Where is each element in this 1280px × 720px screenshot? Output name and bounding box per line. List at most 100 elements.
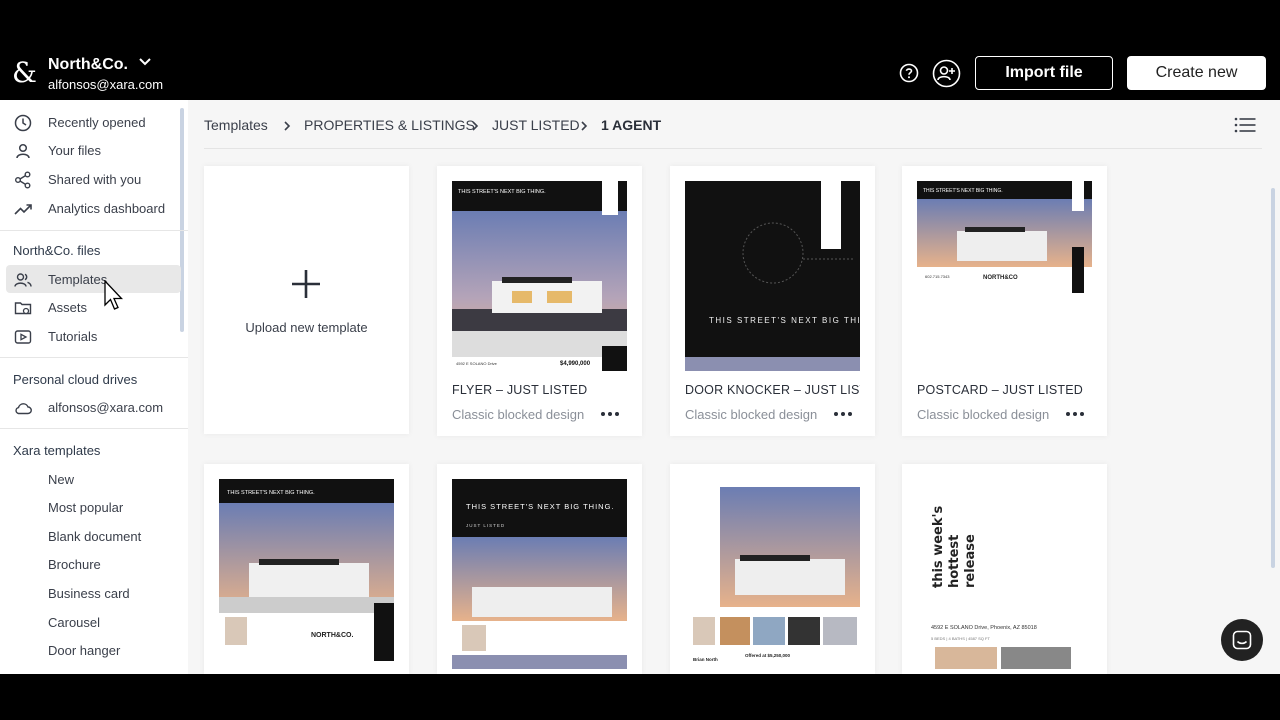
org-name[interactable]: North&Co. [48,56,128,74]
breadcrumb-current: 1 AGENT [601,117,662,133]
chevron-down-icon[interactable] [138,55,152,69]
more-options-icon[interactable] [1065,411,1087,417]
more-options-icon[interactable] [600,411,622,417]
brand-logo[interactable]: & [12,59,37,87]
top-bar: & North&Co. alfonsos@xara.com Import fil… [0,43,1280,100]
sidebar-item-shared[interactable]: Shared with you [6,165,181,193]
sidebar-item-label: Assets [48,300,88,315]
import-file-button[interactable]: Import file [975,56,1113,90]
thumb-subtitle: JUST LISTED [466,523,505,528]
sidebar-divider [0,230,188,231]
sidebar-item-label: Your files [48,143,101,158]
template-card[interactable]: THIS STREET'S NEXT BIG THING. NORTH&CO. [204,464,409,674]
template-thumbnail[interactable]: THIS STREET'S NEXT BIG THING. [685,181,860,371]
sidebar-item-templates[interactable]: Templates [6,265,181,293]
sidebar-item-label: alfonsos@xara.com [48,400,164,415]
thumb-headline: this week's hottest release [931,505,978,588]
thumb-agent: Brian North [693,657,718,662]
mouse-cursor-icon [104,280,124,310]
template-description: Classic blocked design [452,407,585,422]
chat-icon [1232,630,1252,650]
add-user-icon[interactable] [932,59,961,88]
thumb-brand: NORTH&CO. [311,632,353,639]
sidebar-item-assets[interactable]: Assets [6,293,181,321]
section-heading-cloud: Personal cloud drives [13,372,138,387]
xara-item-brochure[interactable]: Brochure [48,557,101,572]
sidebar-item-recently-opened[interactable]: Recently opened [6,108,181,136]
template-title: FLYER – JUST LISTED [452,383,588,397]
breadcrumb-properties[interactable]: PROPERTIES & LISTINGS [304,117,475,133]
folder-image-icon [14,302,32,315]
template-thumbnail[interactable]: THIS STREET'S NEXT BIG THING. NORTH&CO 6… [917,181,1092,371]
main-scrollbar[interactable] [1271,188,1275,568]
thumb-headline: THIS STREET'S NEXT BIG THING. [923,188,1003,194]
template-thumbnail[interactable]: THIS STREET'S NEXT BIG THING. NORTH&CO. [219,479,394,669]
template-card[interactable]: Brian North Offered at $5,250,000 [670,464,875,674]
breadcrumb-divider [204,148,1262,149]
breadcrumb-just-listed[interactable]: JUST LISTED [492,117,580,133]
chevron-right-icon [284,121,291,131]
clock-icon [14,114,32,132]
app-window: & North&Co. alfonsos@xara.com Import fil… [0,0,1280,720]
thumb-offer: Offered at $5,250,000 [745,653,791,658]
users-icon [14,273,32,287]
template-card-door-knocker[interactable]: THIS STREET'S NEXT BIG THING. DOOR KNOCK… [670,166,875,436]
xara-item-new[interactable]: New [48,472,74,487]
template-card[interactable]: 4592 E SOLANO Drive, Phoenix, AZ 85018 5… [902,464,1107,674]
template-description: Classic blocked design [917,407,1050,422]
xara-item-carousel[interactable]: Carousel [48,615,100,630]
sidebar-item-cloud-drive[interactable]: alfonsos@xara.com [6,393,181,421]
sidebar: Recently opened Your files Shared with y… [0,100,188,674]
cloud-icon [15,403,32,415]
template-thumbnail[interactable]: THIS STREET'S NEXT BIG THING. $4,990,000… [452,181,627,371]
thumb-headline: THIS STREET'S NEXT BIG THING. [227,490,315,496]
upload-template-card[interactable]: Upload new template [204,166,409,434]
template-card-flyer[interactable]: THIS STREET'S NEXT BIG THING. $4,990,000… [437,166,642,436]
more-options-icon[interactable] [833,411,855,417]
template-title: DOOR KNOCKER – JUST LISTED [685,383,860,397]
xara-item-business-card[interactable]: Business card [48,586,130,601]
breadcrumb-templates[interactable]: Templates [204,117,268,133]
plus-icon [292,270,320,298]
xara-item-blank-document[interactable]: Blank document [48,529,141,544]
xara-item-most-popular[interactable]: Most popular [48,500,123,515]
template-thumbnail[interactable]: THIS STREET'S NEXT BIG THING. JUST LISTE… [452,479,627,669]
section-heading-xara: Xara templates [13,443,101,458]
template-card-postcard[interactable]: THIS STREET'S NEXT BIG THING. NORTH&CO 6… [902,166,1107,436]
sidebar-item-tutorials[interactable]: Tutorials [6,322,181,350]
share-icon [15,171,31,189]
thumb-headline: THIS STREET'S NEXT BIG THING. [466,502,615,511]
xara-item-door-hanger[interactable]: Door hanger [48,643,120,658]
sidebar-item-analytics[interactable]: Analytics dashboard [6,194,181,222]
thumb-headline: THIS STREET'S NEXT BIG THING. [458,189,546,195]
create-new-button[interactable]: Create new [1127,56,1266,90]
trend-icon [14,204,32,215]
user-icon [16,143,30,159]
chat-support-button[interactable] [1221,619,1263,661]
template-thumbnail[interactable]: Brian North Offered at $5,250,000 [685,479,860,669]
thumb-address: 4592 E SOLANO Drive [456,361,498,366]
thumb-address: 4592 E SOLANO Drive, Phoenix, AZ 85018 [931,625,1037,631]
sidebar-item-label: Templates [48,272,108,287]
play-icon [14,330,32,344]
template-card[interactable]: THIS STREET'S NEXT BIG THING. JUST LISTE… [437,464,642,674]
sidebar-divider [0,428,188,429]
thumb-brand: NORTH&CO [983,275,1018,281]
list-view-icon[interactable] [1234,116,1256,134]
sidebar-item-your-files[interactable]: Your files [6,136,181,164]
sidebar-divider [0,357,188,358]
sidebar-item-label: Tutorials [48,329,98,344]
main-content: Templates PROPERTIES & LISTINGS JUST LIS… [188,100,1280,674]
section-heading-org: North&Co. files [13,243,101,258]
template-title: POSTCARD – JUST LISTED [917,383,1084,397]
upload-template-label: Upload new template [245,320,368,335]
thumb-price: $4,990,000 [560,361,591,367]
sidebar-item-label: Recently opened [48,115,146,130]
org-email: alfonsos@xara.com [48,77,164,92]
thumb-headline: THIS STREET'S NEXT BIG THING. [709,316,860,325]
help-icon[interactable] [899,63,919,83]
sidebar-item-label: Shared with you [48,172,142,187]
thumb-phone: 602.715.7343 [925,274,950,279]
template-description: Classic blocked design [685,407,818,422]
chevron-right-icon [581,121,588,131]
